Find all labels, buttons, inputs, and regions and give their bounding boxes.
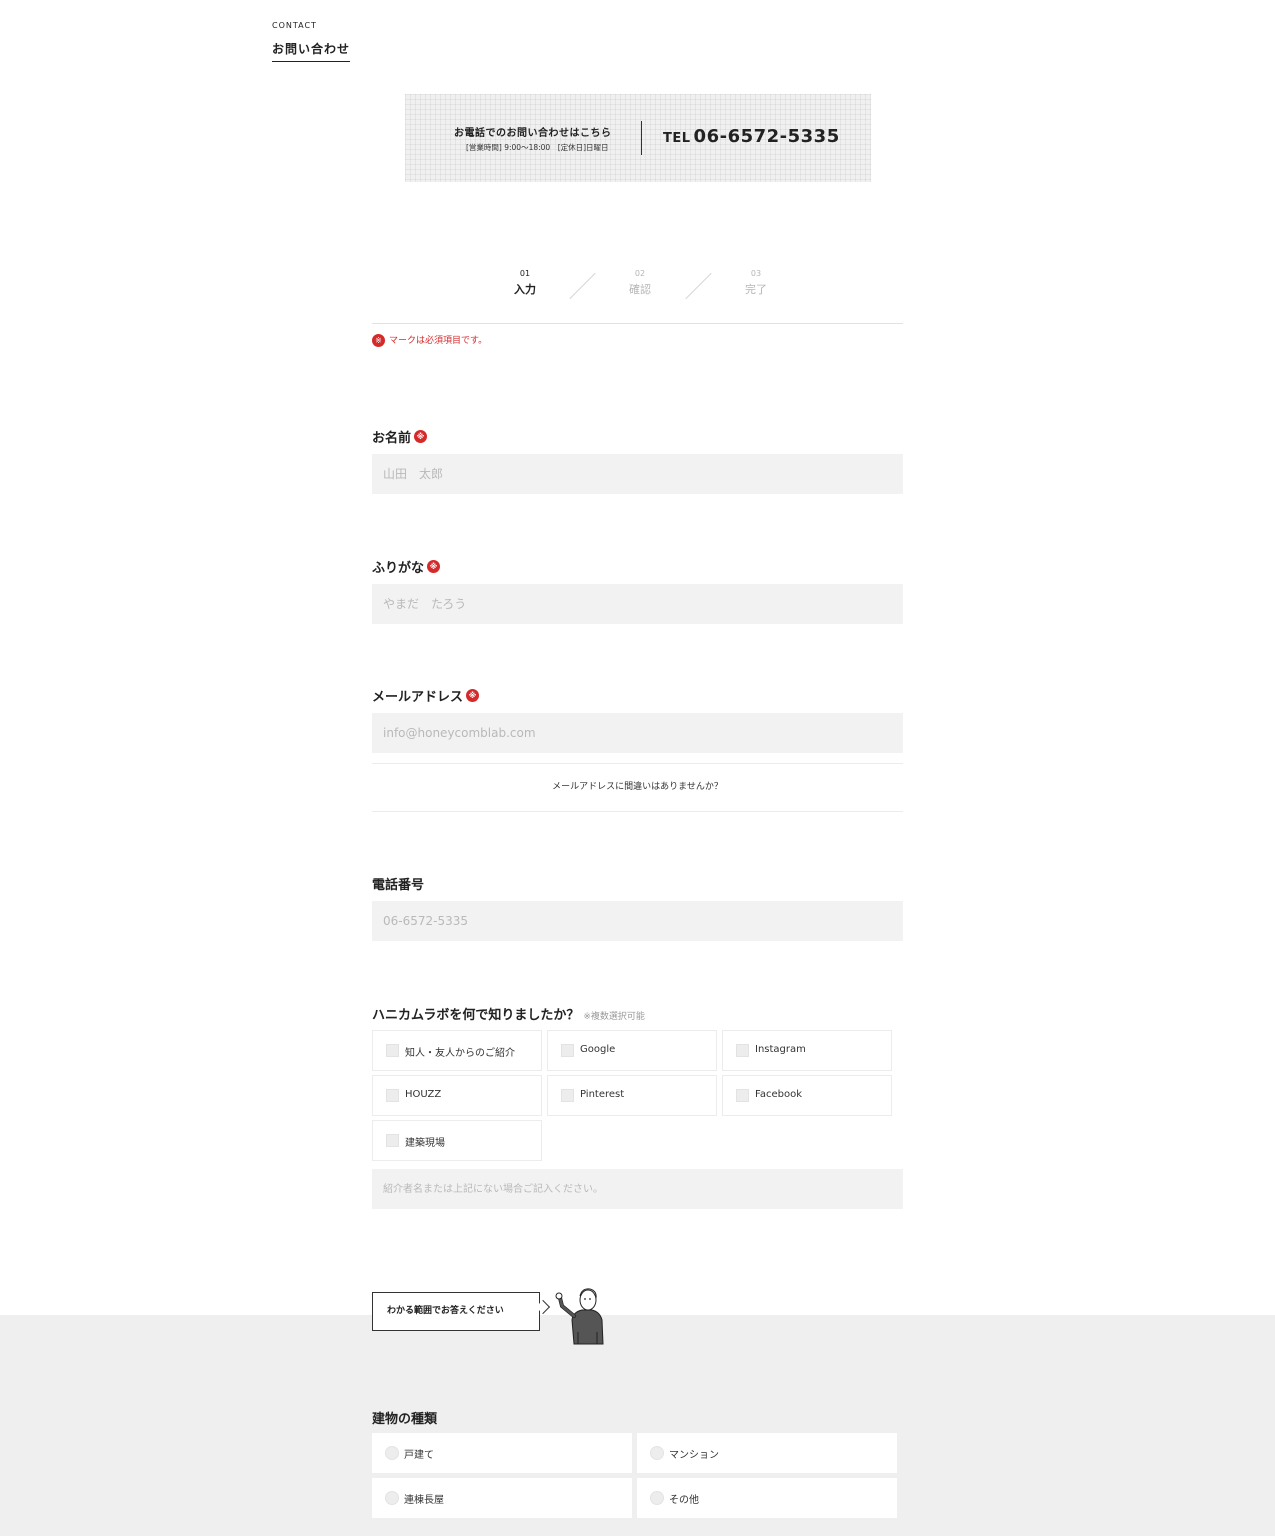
speech-bubble: わかる範囲でお答えください <box>372 1292 540 1331</box>
checkbox[interactable] <box>386 1134 399 1147</box>
required-icon: ※ <box>414 430 428 443</box>
step-separator <box>685 272 712 300</box>
option-label: 建築現場 <box>405 1138 445 1149</box>
radio-button[interactable] <box>385 1446 399 1460</box>
step-label: 入力 <box>514 283 536 296</box>
source-label-text: ハニカムラボを何で知りましたか？ <box>372 1008 580 1023</box>
referral-input[interactable] <box>372 1169 903 1209</box>
step-label: 確認 <box>629 283 651 296</box>
radio-button[interactable] <box>650 1491 664 1505</box>
building-type-label: 建物の種類 <box>372 1408 437 1427</box>
person-illustration-icon <box>555 1288 604 1345</box>
source-option-instagram[interactable]: Instagram <box>722 1030 892 1071</box>
checkbox[interactable] <box>561 1089 574 1102</box>
multi-select-note: ※複数選択可能 <box>583 1012 645 1022</box>
phone-label-text: 電話番号 <box>372 878 425 893</box>
required-icon: ※ <box>466 689 480 702</box>
step-number: 02 <box>634 269 646 278</box>
tel-number: 06-6572-5335 <box>693 126 840 147</box>
phone-lead-text: お電話でのお問い合わせはこちら <box>454 128 612 139</box>
source-option-facebook[interactable]: Facebook <box>722 1075 892 1116</box>
tel-prefix: TEL <box>663 131 691 146</box>
checkbox[interactable] <box>736 1089 749 1102</box>
option-label: マンション <box>669 1450 719 1461</box>
source-option-google[interactable]: Google <box>547 1030 717 1071</box>
building-type-label-text: 建物の種類 <box>372 1412 438 1427</box>
building-option-other[interactable]: その他 <box>637 1478 897 1518</box>
phone-label: 電話番号 <box>372 874 424 893</box>
option-label: Google <box>580 1044 616 1055</box>
radio-button[interactable] <box>650 1446 664 1460</box>
source-option-site[interactable]: 建築現場 <box>372 1120 542 1161</box>
contact-page: CONTACT お問い合わせ お電話でのお問い合わせはこちら [営業時間] 9:… <box>0 0 1275 1536</box>
step-complete: 03 完了 <box>726 269 786 297</box>
option-label: HOUZZ <box>405 1089 442 1100</box>
option-label: その他 <box>669 1495 699 1506</box>
building-option-rowhouse[interactable]: 連棟長屋 <box>372 1478 632 1518</box>
email-input[interactable] <box>372 713 903 753</box>
option-label: 戸建て <box>404 1450 434 1461</box>
required-icon: ※ <box>372 334 385 347</box>
checkbox[interactable] <box>386 1044 399 1057</box>
name-label-text: お名前 <box>372 431 412 446</box>
page-title: お問い合わせ <box>272 40 351 62</box>
building-option-mansion[interactable]: マンション <box>637 1433 897 1473</box>
step-number: 01 <box>519 269 531 278</box>
phone-banner: お電話でのお問い合わせはこちら [営業時間] 9:00〜18:00 [定休日]日… <box>405 94 871 182</box>
step-confirm: 02 確認 <box>610 269 670 297</box>
kana-label-text: ふりがな <box>372 561 425 576</box>
option-label: Pinterest <box>580 1089 625 1100</box>
step-label: 完了 <box>745 283 767 296</box>
section-eyebrow: CONTACT <box>272 21 317 30</box>
phone-input[interactable] <box>372 901 903 941</box>
business-hours: [営業時間] 9:00〜18:00 [定休日]日曜日 <box>466 143 609 152</box>
checkbox[interactable] <box>561 1044 574 1057</box>
kana-label: ふりがな ※ <box>372 557 441 576</box>
source-label: ハニカムラボを何で知りましたか？ ※複数選択可能 <box>372 1004 645 1023</box>
option-label: Facebook <box>755 1089 802 1100</box>
required-note-text: マークは必須項目です。 <box>389 336 488 346</box>
required-icon: ※ <box>427 560 441 573</box>
kana-input[interactable] <box>372 584 903 624</box>
option-label: 知人・友人からのご紹介 <box>405 1048 515 1059</box>
building-option-house[interactable]: 戸建て <box>372 1433 632 1473</box>
email-label-text: メールアドレス <box>372 690 464 705</box>
email-confirm-text: メールアドレスに間違いはありませんか？ <box>372 763 903 812</box>
name-label: お名前 ※ <box>372 427 428 446</box>
steps-divider <box>372 323 903 324</box>
option-label: Instagram <box>755 1044 806 1055</box>
source-option-houzz[interactable]: HOUZZ <box>372 1075 542 1116</box>
step-input: 01 入力 <box>495 269 555 297</box>
option-label: 連棟長屋 <box>404 1495 444 1506</box>
source-option-pinterest[interactable]: Pinterest <box>547 1075 717 1116</box>
step-separator <box>569 272 596 300</box>
checkbox[interactable] <box>386 1089 399 1102</box>
email-label: メールアドレス ※ <box>372 686 480 705</box>
radio-button[interactable] <box>385 1491 399 1505</box>
step-number: 03 <box>750 269 762 278</box>
phone-number-link[interactable]: TEL 06-6572-5335 <box>663 126 840 147</box>
required-note: ※ マークは必須項目です。 <box>372 333 487 347</box>
source-option-referral[interactable]: 知人・友人からのご紹介 <box>372 1030 542 1071</box>
phone-divider <box>641 121 642 155</box>
name-input[interactable] <box>372 454 903 494</box>
checkbox[interactable] <box>736 1044 749 1057</box>
